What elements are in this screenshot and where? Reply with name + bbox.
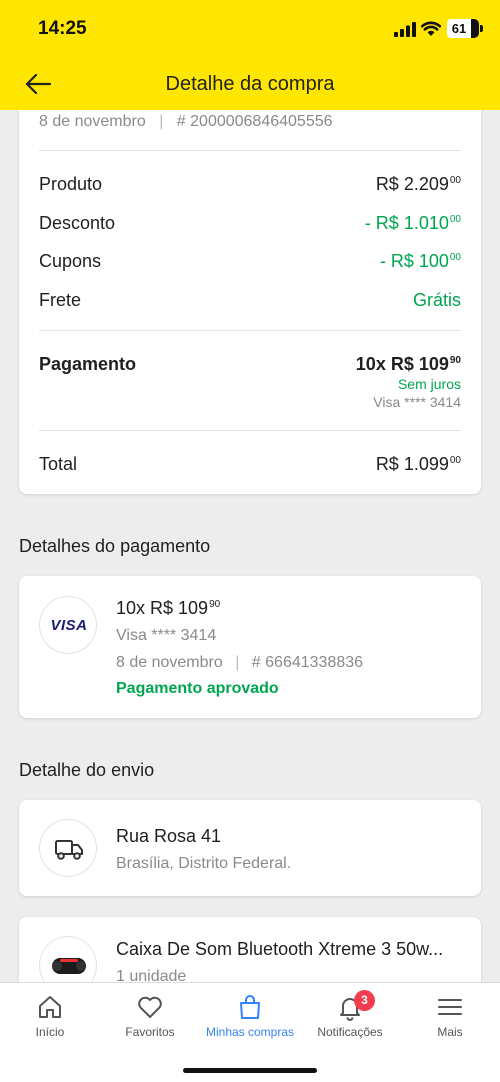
payment-card: Visa **** 3414: [373, 394, 461, 410]
bag-icon: [240, 995, 260, 1019]
home-indicator: [183, 1068, 317, 1073]
tab-mais[interactable]: Mais: [400, 993, 500, 1039]
cellular-signal-icon: [394, 22, 416, 37]
row-value: - R$ 10000: [379, 251, 461, 271]
payment-date: 8 de novembro: [116, 654, 223, 671]
address-line2: Brasília, Distrito Federal.: [116, 855, 292, 872]
purchase-summary-card: 8 de novembro | # 2000006846405556 Produ…: [19, 95, 481, 494]
battery-icon: 61: [447, 19, 483, 38]
shipping-address-card[interactable]: Rua Rosa 41 Brasília, Distrito Federal.: [19, 800, 481, 896]
bottom-tab-bar: Início Favoritos Minhas compras 3 Notifi…: [0, 982, 500, 1082]
battery-level: 61: [447, 19, 471, 38]
notification-badge: 3: [354, 990, 375, 1011]
home-icon: [39, 996, 61, 1018]
tab-label: Favoritos: [125, 1025, 175, 1039]
row-label: Produto: [39, 174, 103, 194]
row-value: Grátis: [412, 290, 461, 310]
summary-row-pagamento: Pagamento 10x R$ 10990 Sem juros Visa **…: [39, 354, 461, 414]
row-value: - R$ 1.01000: [364, 213, 461, 233]
shipping-heading: Detalhe do envio: [19, 760, 155, 780]
payment-value: 10x R$ 10990: [355, 354, 461, 374]
payment-details-card[interactable]: VISA 10x R$ 10990 Visa **** 3414 8 de no…: [19, 576, 481, 718]
payment-meta: 8 de novembro | # 66641338836: [116, 654, 364, 671]
row-label: Cupons: [39, 251, 102, 271]
payment-installments: 10x R$ 10990: [116, 598, 221, 618]
payment-label: Pagamento: [39, 354, 137, 374]
divider: [39, 430, 461, 431]
tab-label: Início: [35, 1025, 65, 1039]
order-number: # 2000006846405556: [176, 113, 333, 130]
tab-notificacoes[interactable]: 3 Notificações: [300, 990, 400, 1039]
tab-label: Notificações: [317, 1025, 383, 1039]
status-time: 14:25: [38, 18, 87, 39]
visa-icon: VISA: [50, 617, 88, 634]
tab-label: Minhas compras: [205, 1025, 295, 1039]
wifi-icon: [421, 21, 441, 36]
total-value: R$ 1.09900: [375, 454, 461, 474]
divider: [39, 150, 461, 151]
row-label: Frete: [39, 290, 82, 310]
row-value: R$ 2.20900: [375, 174, 461, 194]
menu-icon: [438, 999, 462, 1015]
truck-icon: [55, 840, 83, 860]
order-meta: 8 de novembro | # 2000006846405556: [39, 113, 333, 130]
transaction-number: # 66641338836: [251, 654, 364, 671]
page-title: Detalhe da compra: [165, 73, 335, 95]
address-line1: Rua Rosa 41: [116, 826, 222, 846]
tab-label: Mais: [437, 1025, 463, 1039]
order-date: 8 de novembro: [39, 113, 146, 130]
payment-card-info: Visa **** 3414: [116, 627, 217, 644]
app-header: 14:25 61 Detalhe da compra: [0, 0, 500, 110]
payment-status: Pagamento aprovado: [116, 680, 279, 697]
row-label: Desconto: [39, 213, 116, 233]
tab-minhas-compras[interactable]: Minhas compras: [200, 993, 300, 1039]
heart-icon: [138, 996, 162, 1018]
tab-favoritos[interactable]: Favoritos: [100, 993, 200, 1039]
total-label: Total: [39, 454, 78, 474]
tab-inicio[interactable]: Início: [0, 993, 100, 1039]
payment-details-heading: Detalhes do pagamento: [19, 536, 211, 556]
status-bar: 14:25 61: [0, 0, 500, 60]
divider: [39, 330, 461, 331]
interest-free-label: Sem juros: [397, 376, 461, 392]
visa-logo: VISA: [39, 596, 97, 654]
truck-icon-circle: [39, 819, 97, 877]
product-name: Caixa De Som Bluetooth Xtreme 3 50w...: [116, 939, 444, 959]
